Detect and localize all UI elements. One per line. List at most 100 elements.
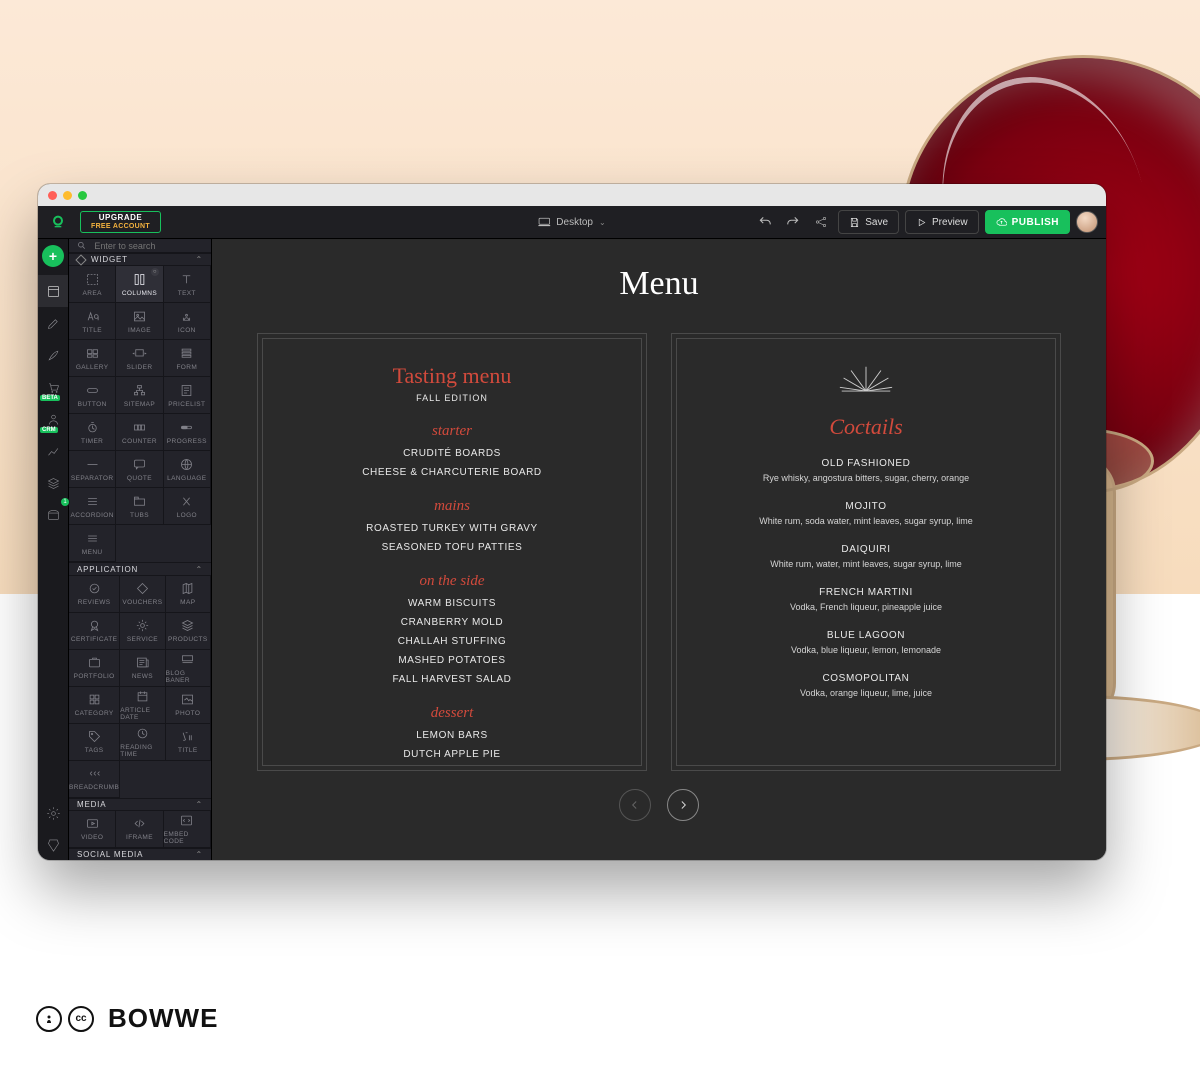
rail-pages[interactable] <box>38 275 68 307</box>
page-footer: cc BOWWE <box>36 1003 218 1034</box>
rail-layers[interactable] <box>38 467 68 499</box>
section-social[interactable]: SOCIAL MEDIA⌃ <box>69 848 211 860</box>
widget-counter[interactable]: COUNTER <box>116 414 163 451</box>
media-grid: VIDEO IFRAME EMBED CODE <box>69 811 211 848</box>
undo-button[interactable] <box>754 211 776 233</box>
menu-item: WARM BISCUITS <box>408 598 496 609</box>
menu-item: CRUDITÉ BOARDS <box>403 448 501 459</box>
widget-form[interactable]: FORM <box>164 340 211 377</box>
next-slide-button[interactable] <box>667 789 699 821</box>
publish-button[interactable]: PUBLISH <box>985 210 1070 234</box>
widget-progress[interactable]: PROGRESS <box>164 414 211 451</box>
widget-separator[interactable]: SEPARATOR <box>69 451 116 488</box>
cocktail-desc: Vodka, orange liqueur, lime, juice <box>800 688 932 698</box>
rail-edit[interactable] <box>38 307 68 339</box>
media-iframe[interactable]: IFRAME <box>116 811 163 848</box>
save-label: Save <box>865 217 888 228</box>
dessert-heading: dessert <box>431 705 474 722</box>
media-embed[interactable]: EMBED CODE <box>164 811 211 848</box>
menu-card-tasting[interactable]: Tasting menu FALL EDITION starter CRUDIT… <box>257 333 647 771</box>
cocktail-name: COSMOPOLITAN <box>822 673 909 684</box>
widget-timer[interactable]: TIMER <box>69 414 116 451</box>
app-blog-banner[interactable]: BLOG BANER <box>166 650 211 687</box>
rail-ecommerce[interactable]: BETA <box>38 371 68 403</box>
widget-language[interactable]: LANGUAGE <box>164 451 211 488</box>
widget-accordion[interactable]: ACCORDION <box>69 488 116 525</box>
widget-gallery[interactable]: GALLERY <box>69 340 116 377</box>
app-tags[interactable]: TAGS <box>69 724 120 761</box>
menu-card-cocktails[interactable]: Coctails OLD FASHIONED Rye whisky, angos… <box>671 333 1061 771</box>
editor-canvas[interactable]: Menu Tasting menu FALL EDITION starter C… <box>212 239 1106 860</box>
prev-slide-button[interactable] <box>619 789 651 821</box>
app-article-date[interactable]: ARTICLE DATE <box>120 687 165 724</box>
upgrade-label: UPGRADE <box>91 214 150 223</box>
widget-logo[interactable]: LOGO <box>164 488 211 525</box>
widget-icon[interactable]: ICON <box>164 303 211 340</box>
widget-slider[interactable]: SLIDER <box>116 340 163 377</box>
brand-logo-text: BOWWE <box>108 1003 218 1034</box>
widget-grid: AREA ○COLUMNS TEXT TITLE IMAGE ICON GALL… <box>69 266 211 562</box>
app-title[interactable]: TITLE <box>166 724 211 761</box>
menu-item: LEMON BARS <box>416 730 488 741</box>
preview-label: Preview <box>932 217 968 228</box>
menu-item: SEASONED TOFU PATTIES <box>382 542 523 553</box>
menu-item: CHALLAH STUFFING <box>398 636 507 647</box>
preview-button[interactable]: Preview <box>905 210 979 234</box>
device-selector[interactable]: Desktop ⌄ <box>538 217 605 228</box>
application-grid: REVIEWS VOUCHERS MAP CERTIFICATE SERVICE… <box>69 576 211 798</box>
tasting-subtitle: FALL EDITION <box>416 393 488 403</box>
app-certificate[interactable]: CERTIFICATE <box>69 613 120 650</box>
section-widget[interactable]: WIDGET⌃ <box>69 253 211 266</box>
app-reviews[interactable]: REVIEWS <box>69 576 120 613</box>
search-input[interactable] <box>92 240 203 252</box>
app-vouchers[interactable]: VOUCHERS <box>120 576 165 613</box>
app-breadcrumb[interactable]: BREADCRUMB <box>69 761 120 798</box>
user-avatar[interactable] <box>1076 211 1098 233</box>
maximize-window-icon[interactable] <box>78 191 87 200</box>
app-products[interactable]: PRODUCTS <box>166 613 211 650</box>
redo-button[interactable] <box>782 211 804 233</box>
widget-button[interactable]: BUTTON <box>69 377 116 414</box>
minimize-window-icon[interactable] <box>63 191 72 200</box>
widget-menu[interactable]: MENU <box>69 525 116 562</box>
close-window-icon[interactable] <box>48 191 57 200</box>
widget-quote[interactable]: QUOTE <box>116 451 163 488</box>
app-reading-time[interactable]: READING TIME <box>120 724 165 761</box>
chevron-down-icon: ⌄ <box>599 218 606 227</box>
left-rail: + BETA CRM 1 <box>38 239 69 860</box>
upgrade-button[interactable]: UPGRADE FREE ACCOUNT <box>80 211 161 233</box>
rail-design[interactable] <box>38 339 68 371</box>
widget-title[interactable]: TITLE <box>69 303 116 340</box>
app-photo[interactable]: PHOTO <box>166 687 211 724</box>
cocktail-name: MOJITO <box>845 501 886 512</box>
app-service[interactable]: SERVICE <box>120 613 165 650</box>
app-logo[interactable] <box>44 208 72 236</box>
app-news[interactable]: NEWS <box>120 650 165 687</box>
share-button[interactable] <box>810 211 832 233</box>
rail-analytics[interactable] <box>38 435 68 467</box>
widget-text[interactable]: TEXT <box>164 266 211 303</box>
rail-help[interactable] <box>38 829 68 860</box>
rail-crm[interactable]: CRM <box>38 403 68 435</box>
widget-columns[interactable]: ○COLUMNS <box>116 266 163 303</box>
app-portfolio[interactable]: PORTFOLIO <box>69 650 120 687</box>
tasting-title: Tasting menu <box>393 363 512 389</box>
section-application[interactable]: APPLICATION⌃ <box>69 562 211 575</box>
save-button[interactable]: Save <box>838 210 899 234</box>
app-category[interactable]: CATEGORY <box>69 687 120 724</box>
widget-pricelist[interactable]: PRICELIST <box>164 377 211 414</box>
rail-settings[interactable] <box>38 797 68 829</box>
cocktail-desc: White rum, water, mint leaves, sugar syr… <box>770 559 962 569</box>
app-map[interactable]: MAP <box>166 576 211 613</box>
chevron-up-icon: ⌃ <box>195 565 203 574</box>
add-element-button[interactable]: + <box>42 245 64 267</box>
media-video[interactable]: VIDEO <box>69 811 116 848</box>
panel-search[interactable] <box>69 239 211 253</box>
rail-apps[interactable]: 1 <box>38 499 68 531</box>
widget-panel: WIDGET⌃ AREA ○COLUMNS TEXT TITLE IMAGE I… <box>69 239 212 860</box>
widget-sitemap[interactable]: SITEMAP <box>116 377 163 414</box>
widget-tubs[interactable]: TUBS <box>116 488 163 525</box>
widget-image[interactable]: IMAGE <box>116 303 163 340</box>
section-media[interactable]: MEDIA⌃ <box>69 798 211 811</box>
widget-area[interactable]: AREA <box>69 266 116 303</box>
